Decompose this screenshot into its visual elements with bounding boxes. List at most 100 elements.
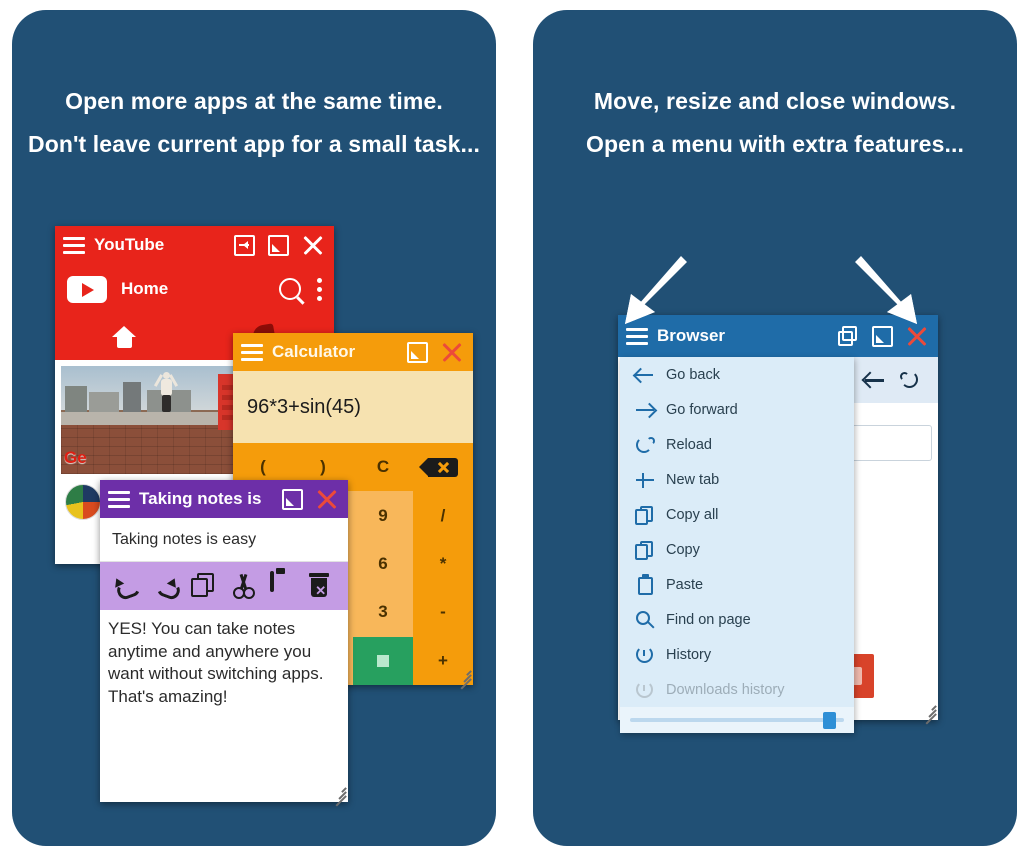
close-icon[interactable] (302, 235, 323, 256)
paste-icon[interactable] (269, 571, 296, 599)
menu-item-reload[interactable]: Reload (620, 427, 854, 462)
hamburger-icon[interactable] (63, 236, 85, 254)
menu-item-copy[interactable]: Copy (620, 532, 854, 567)
browser-overflow-menu: Go back Go forward Reload New tab Copy all Co… (620, 357, 854, 733)
equals-key[interactable] (353, 636, 413, 685)
equals-icon (377, 654, 389, 667)
history-icon (634, 679, 656, 701)
menu-item-downloads-history: Downloads history (620, 672, 854, 707)
note-body-text[interactable]: YES! You can take notes anytime and anyw… (100, 610, 348, 802)
copy-icon (634, 539, 656, 561)
scrollbar-track (630, 718, 844, 722)
redo-icon[interactable] (152, 577, 178, 595)
back-icon[interactable] (863, 370, 885, 390)
menu-item-label: Go forward (666, 401, 738, 418)
calculator-window-buttons (407, 341, 465, 363)
channel-avatar[interactable] (65, 484, 101, 520)
browser-page-toolbar (846, 357, 938, 403)
left-headline-line1: Open more apps at the same time. (65, 88, 443, 114)
left-promo-panel: Open more apps at the same time. Don't l… (12, 10, 496, 846)
menu-item-label: Reload (666, 436, 712, 453)
menu-item-label: Find on page (666, 611, 751, 628)
menu-item-history[interactable]: History (620, 637, 854, 672)
menu-item-label: Go back (666, 366, 720, 383)
restore-icon[interactable] (407, 341, 428, 363)
menu-item-label: New tab (666, 471, 720, 488)
right-headline-line1: Move, resize and close windows. (593, 88, 957, 114)
menu-item-go-forward[interactable]: Go forward (620, 392, 854, 427)
backspace-icon (419, 457, 458, 477)
menu-item-find-on-page[interactable]: Find on page (620, 602, 854, 637)
delete-icon[interactable]: ✕ (309, 573, 335, 599)
undo-icon[interactable] (113, 577, 139, 595)
youtube-titlebar[interactable]: YouTube (55, 226, 334, 264)
calculator-display: 96*3+sin(45) (233, 371, 473, 443)
arrow-left-icon (634, 364, 656, 386)
search-icon[interactable] (279, 278, 301, 300)
menu-item-label: Paste (666, 576, 704, 593)
calc-key-C[interactable]: C (353, 443, 413, 491)
thumbnail-overlay-text: Ge (64, 448, 87, 467)
right-promo-panel: Move, resize and close windows. Open a m… (533, 10, 1017, 846)
menu-horizontal-scrollbar[interactable] (620, 707, 854, 733)
restore-icon[interactable] (268, 234, 289, 256)
menu-item-label: Copy (666, 541, 700, 558)
hamburger-icon[interactable] (108, 490, 130, 508)
reload-icon[interactable] (899, 369, 921, 391)
calc-key-9[interactable]: 9 (353, 491, 413, 540)
more-vertical-icon[interactable] (317, 277, 322, 301)
thumbnail-building (65, 386, 87, 412)
calculator-titlebar[interactable]: Calculator (233, 333, 473, 371)
house-icon (112, 326, 137, 348)
menu-item-label: History (666, 646, 712, 663)
scrollbar-thumb[interactable] (823, 712, 836, 729)
notes-window-title: Taking notes is (139, 489, 262, 508)
calc-key-+[interactable]: + (413, 637, 473, 685)
menu-item-label: Downloads history (666, 681, 785, 698)
youtube-window-buttons (234, 234, 326, 256)
menu-item-go-back[interactable]: Go back (620, 357, 854, 392)
menu-item-new-tab[interactable]: New tab (620, 462, 854, 497)
browser-window[interactable]: Browser g! Go backGo forwardReloadNew ta… (618, 315, 938, 733)
thumbnail-person (153, 372, 179, 414)
dock-to-side-icon[interactable] (234, 234, 255, 256)
plus-icon (634, 469, 656, 491)
right-headline-line2: Open a menu with extra features... (586, 131, 964, 157)
notes-window[interactable]: Taking notes is Taking notes is easy ✕ Y… (100, 480, 348, 807)
notes-titlebar[interactable]: Taking notes is (100, 480, 348, 518)
arrow-right-icon (634, 399, 656, 421)
youtube-nav-label: Home (121, 279, 169, 298)
thumbnail-building (89, 392, 119, 412)
arrow-to-menu-button (609, 254, 699, 334)
menu-item-copy-all[interactable]: Copy all (620, 497, 854, 532)
calc-key--[interactable]: - (413, 588, 473, 636)
cut-icon[interactable] (231, 573, 257, 599)
calculator-window-title: Calculator (272, 342, 356, 361)
calc-key-6[interactable]: 6 (353, 539, 413, 589)
restore-icon[interactable] (282, 488, 303, 510)
thumbnail-brick-wall (61, 425, 246, 474)
home-tab[interactable] (55, 326, 195, 348)
calc-key-*[interactable]: * (413, 540, 473, 588)
history-icon (634, 644, 656, 666)
note-title-input[interactable]: Taking notes is easy (100, 518, 348, 562)
menu-item-paste[interactable]: Paste (620, 567, 854, 602)
youtube-app-bar: Home (55, 264, 334, 314)
close-icon[interactable] (441, 342, 462, 363)
left-headline-line2: Don't leave current app for a small task… (27, 131, 481, 157)
close-icon[interactable] (316, 489, 337, 510)
calc-key-/[interactable]: / (413, 491, 473, 539)
copy-icon (634, 504, 656, 526)
notes-window-buttons (282, 488, 340, 510)
arrow-to-close-button (843, 254, 933, 334)
youtube-logo-icon (67, 275, 107, 303)
backspace-key[interactable] (413, 443, 473, 491)
calc-key-3[interactable]: 3 (353, 588, 413, 637)
menu-item-label: Copy all (666, 506, 719, 523)
copy-icon[interactable] (191, 573, 217, 599)
browser-page-content: g! (812, 403, 938, 720)
video-thumbnail[interactable]: Ge (61, 366, 246, 474)
thumbnail-building (123, 382, 141, 412)
search-icon (634, 609, 656, 631)
hamburger-icon[interactable] (241, 343, 263, 361)
